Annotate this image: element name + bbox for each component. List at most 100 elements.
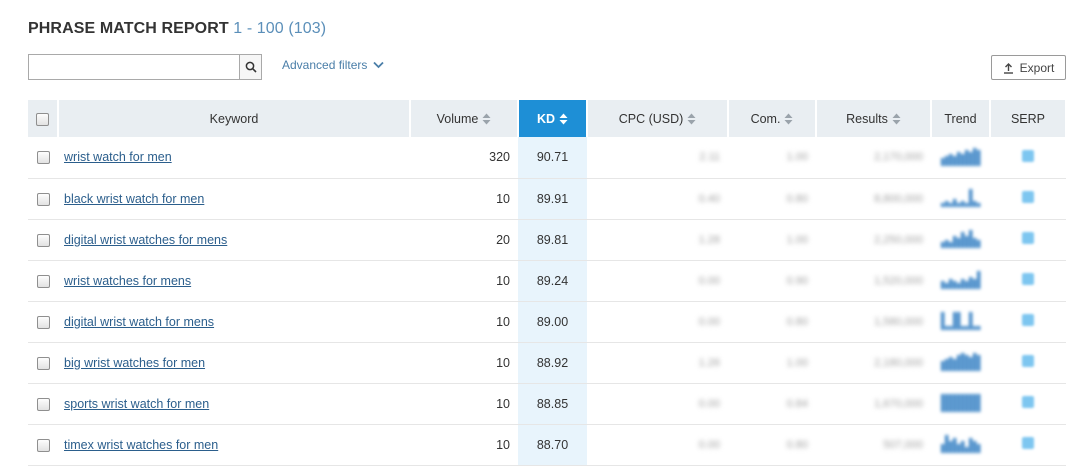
cpc-cell: 0.00 [587, 260, 728, 302]
serp-cell [990, 219, 1066, 261]
keyword-cell: wrist watch for men [58, 137, 410, 179]
keyword-link[interactable]: wrist watches for mens [64, 274, 191, 288]
select-all-checkbox[interactable] [36, 112, 49, 126]
table-row: black wrist watch for men 10 89.91 0.40 0.80… [28, 178, 1066, 220]
column-header-serp: SERP [990, 100, 1067, 137]
results-cell: 1,580,000 [816, 301, 931, 343]
row-select-cell [28, 219, 58, 261]
column-label: KD [536, 111, 556, 126]
column-header-keyword[interactable]: Keyword [58, 100, 411, 137]
row-checkbox[interactable] [36, 274, 50, 288]
trend-bar [940, 157, 944, 166]
cpc-cell: 1.26 [587, 342, 728, 384]
com-cell: 1.00 [728, 342, 816, 384]
kd-cell: 89.81 [518, 219, 587, 261]
trend-bar [956, 355, 960, 371]
trend-bar [948, 242, 952, 248]
serp-icon[interactable] [1022, 396, 1034, 408]
trend-bar [940, 444, 944, 453]
serp-icon[interactable] [1022, 191, 1034, 203]
results-cell: 1,670,000 [816, 383, 931, 425]
column-header-kd[interactable]: KD [518, 100, 588, 137]
column-header-volume[interactable]: Volume [410, 100, 519, 137]
column-label: Com. [750, 111, 781, 126]
column-label: Results [846, 111, 888, 126]
serp-icon[interactable] [1022, 232, 1034, 244]
row-select-cell [28, 342, 58, 384]
row-checkbox[interactable] [36, 356, 50, 370]
kd-cell: 89.91 [518, 178, 587, 220]
volume-cell: 10 [410, 178, 518, 220]
trend-bar [944, 201, 948, 207]
volume-cell: 20 [410, 219, 518, 261]
kd-cell: 88.92 [518, 342, 587, 384]
row-select-cell [28, 260, 58, 302]
keyword-cell: digital wrist watch for mens [58, 301, 410, 343]
trend-bar [976, 240, 980, 248]
row-checkbox[interactable] [36, 397, 50, 411]
keyword-link[interactable]: digital wrist watch for mens [64, 315, 214, 329]
trend-cell [931, 137, 990, 179]
row-checkbox[interactable] [36, 192, 50, 206]
trend-bar [960, 394, 964, 412]
column-header-results[interactable]: Results [816, 100, 932, 137]
row-checkbox[interactable] [36, 438, 50, 452]
keyword-link[interactable]: sports wrist watch for men [64, 397, 209, 411]
keyword-link[interactable]: digital wrist watches for mens [64, 233, 227, 247]
volume-cell: 10 [410, 260, 518, 302]
trend-bar [940, 361, 944, 371]
advanced-filters-toggle[interactable]: Advanced filters [282, 58, 385, 72]
sort-arrows-icon [892, 113, 901, 125]
trend-bar [976, 355, 980, 371]
serp-icon[interactable] [1022, 149, 1034, 162]
trend-bar [976, 444, 980, 453]
trend-sparkline [940, 189, 980, 207]
serp-cell [990, 178, 1066, 220]
sort-arrows-icon [687, 113, 696, 125]
keyword-cell: sports wrist watch for men [58, 383, 410, 425]
trend-bar [960, 279, 964, 289]
com-cell: 0.80 [728, 424, 816, 466]
kd-cell: 90.71 [518, 137, 587, 179]
trend-bar [952, 438, 956, 453]
keyword-link[interactable]: black wrist watch for men [64, 192, 204, 206]
trend-cell [931, 301, 990, 343]
result-range: 1 - 100 (103) [233, 20, 327, 37]
search-input[interactable] [28, 54, 239, 80]
serp-icon[interactable] [1022, 355, 1034, 367]
trend-bar [964, 326, 968, 330]
table-row: big wrist watches for men 10 88.92 1.26 1.00… [28, 342, 1066, 384]
trend-sparkline [940, 353, 980, 371]
keyword-link[interactable]: wrist watch for men [64, 150, 172, 164]
export-button[interactable]: Export [991, 55, 1066, 80]
results-cell: 2,170,000 [816, 137, 931, 179]
trend-bar [952, 155, 956, 166]
kd-cell: 88.70 [518, 424, 587, 466]
search-button[interactable] [239, 54, 262, 80]
row-checkbox[interactable] [36, 315, 50, 329]
results-cell: 507,000 [816, 424, 931, 466]
trend-bar [964, 355, 968, 371]
com-cell: 0.90 [728, 260, 816, 302]
trend-bar [940, 203, 944, 207]
row-checkbox[interactable] [36, 233, 50, 247]
column-label: Trend [944, 111, 977, 126]
com-cell: 1.00 [728, 137, 816, 179]
table-row: wrist watches for mens 10 89.24 0.00 0.90 1,5… [28, 260, 1066, 302]
trend-bar [976, 326, 980, 330]
serp-icon[interactable] [1022, 314, 1034, 326]
column-label: Volume [436, 111, 479, 126]
column-header-com[interactable]: Com. [728, 100, 817, 137]
keyword-link[interactable]: timex wrist watches for men [64, 438, 218, 452]
trend-bar [964, 394, 968, 412]
kd-cell: 89.24 [518, 260, 587, 302]
serp-icon[interactable] [1022, 437, 1034, 449]
trend-bar [972, 147, 976, 166]
serp-cell [990, 301, 1066, 343]
column-header-cpc[interactable]: CPC (USD) [587, 100, 729, 137]
keyword-link[interactable]: big wrist watches for men [64, 356, 205, 370]
trend-bar [956, 238, 960, 248]
com-cell: 1.00 [728, 219, 816, 261]
serp-icon[interactable] [1022, 273, 1034, 285]
row-checkbox[interactable] [36, 151, 50, 165]
